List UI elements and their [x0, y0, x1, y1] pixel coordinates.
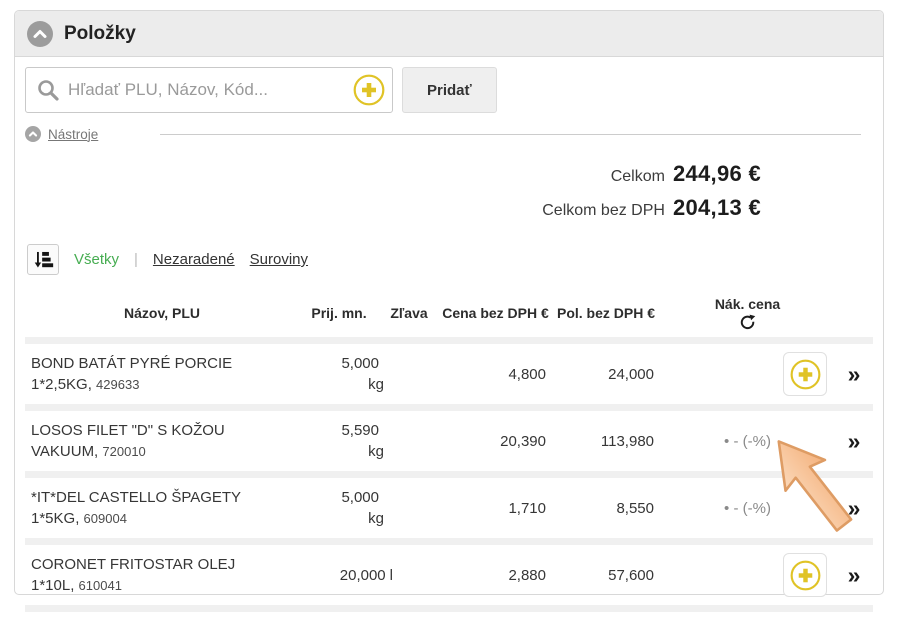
page-title: Položky — [64, 23, 136, 45]
add-purchase-price-button[interactable] — [783, 553, 827, 597]
purchase-price-placeholder: • - (-%) — [724, 433, 771, 450]
item-name: BOND BATÁT PYRÉ PORCIE 1*2,5KG, 429633 — [25, 353, 299, 395]
total-no-vat-value: 204,13 € — [673, 195, 761, 220]
plus-circle-icon — [790, 359, 821, 390]
filter-tab-unsorted[interactable]: Nezaradené — [153, 251, 235, 268]
search-box — [25, 67, 393, 113]
col-header-purchase: Nák. cena — [715, 295, 780, 313]
item-price: 20,390 — [439, 433, 552, 450]
divider — [160, 134, 861, 135]
item-name: CORONET FRITOSTAR OLEJ 1*10L, 610041 — [25, 554, 299, 596]
table-header-row: Názov, PLU Prij. mn. Zľava Cena bez DPH … — [25, 288, 873, 344]
item-price: 2,880 — [439, 567, 552, 584]
sort-icon — [32, 249, 54, 271]
search-plus-button[interactable] — [353, 74, 385, 106]
expand-row-chevron[interactable]: » — [835, 428, 873, 455]
item-plu: 720010 — [102, 444, 145, 459]
polozky-panel: Položky — [14, 10, 884, 595]
items-table: Názov, PLU Prij. mn. Zľava Cena bez DPH … — [25, 288, 873, 612]
filter-tab-all[interactable]: Všetky — [74, 251, 119, 268]
item-name: LOSOS FILET "D" S KOŽOU VAKUUM, 720010 — [25, 420, 299, 462]
item-total: 24,000 — [552, 366, 660, 383]
total-label: Celkom — [611, 168, 665, 185]
item-total: 113,980 — [552, 433, 660, 450]
total-value: 244,96 € — [673, 161, 761, 186]
item-qty: 5,000 kg — [299, 487, 379, 529]
table-row: CORONET FRITOSTAR OLEJ 1*10L, 610041 20,… — [25, 545, 873, 612]
col-header-name: Názov, PLU — [25, 304, 299, 322]
item-price: 4,800 — [439, 366, 552, 383]
search-icon — [36, 78, 60, 102]
tools-collapse-icon[interactable] — [25, 126, 41, 142]
expand-row-chevron[interactable]: » — [835, 361, 873, 388]
item-qty: 5,000 kg — [299, 353, 379, 395]
screen: Položky — [0, 0, 918, 626]
item-plu: 609004 — [84, 511, 127, 526]
add-button[interactable]: Pridať — [402, 67, 497, 113]
purchase-price-placeholder: • - (-%) — [724, 500, 771, 517]
item-total: 8,550 — [552, 500, 660, 517]
col-header-price: Cena bez DPH € — [439, 304, 552, 322]
filter-tab-raw[interactable]: Suroviny — [250, 251, 308, 268]
item-total: 57,600 — [552, 567, 660, 584]
filter-separator: | — [134, 251, 138, 268]
totals: Celkom 244,96 € Celkom bez DPH 204,13 € — [25, 158, 873, 226]
col-header-qty: Prij. mn. — [299, 304, 379, 322]
search-input[interactable] — [60, 80, 353, 100]
item-price: 1,710 — [439, 500, 552, 517]
col-header-discount: Zľava — [379, 304, 439, 322]
panel-collapse-icon[interactable] — [27, 21, 53, 47]
item-qty: 20,000l — [299, 565, 379, 586]
expand-row-chevron[interactable]: » — [835, 562, 873, 589]
item-plu: 610041 — [79, 578, 122, 593]
table-row: LOSOS FILET "D" S KOŽOU VAKUUM, 720010 5… — [25, 411, 873, 478]
col-header-item-total: Pol. bez DPH € — [552, 304, 660, 322]
item-qty: 5,590 kg — [299, 420, 379, 462]
add-purchase-price-button[interactable] — [783, 352, 827, 396]
refresh-icon[interactable] — [739, 314, 756, 331]
table-row: *IT*DEL CASTELLO ŠPAGETY 1*5KG, 609004 5… — [25, 478, 873, 545]
tools-link[interactable]: Nástroje — [48, 127, 98, 142]
table-row: BOND BATÁT PYRÉ PORCIE 1*2,5KG, 429633 5… — [25, 344, 873, 411]
total-no-vat-label: Celkom bez DPH — [542, 202, 665, 219]
item-plu: 429633 — [96, 377, 139, 392]
panel-header: Položky — [15, 11, 883, 57]
item-name: *IT*DEL CASTELLO ŠPAGETY 1*5KG, 609004 — [25, 487, 299, 529]
plus-circle-icon — [790, 560, 821, 591]
sort-button[interactable] — [27, 244, 59, 275]
